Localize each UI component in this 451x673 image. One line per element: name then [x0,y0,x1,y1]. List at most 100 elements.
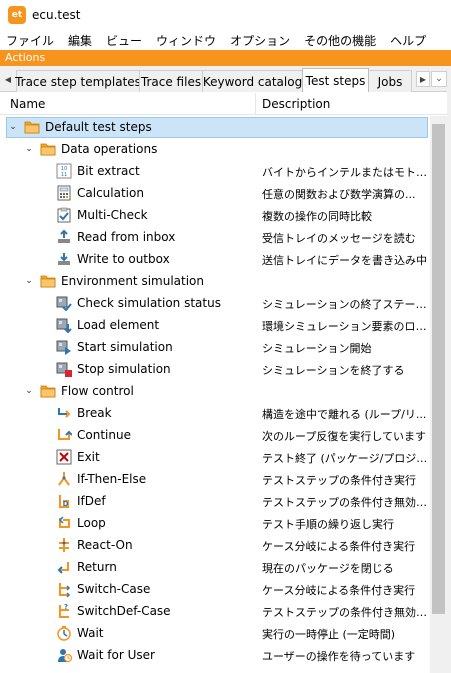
tree-row[interactable]: Stop simulation シミュレーションを終了する [0,358,430,380]
tree-item-description: 構造を途中で離れる (ループ/リ... [262,408,427,421]
stop-simulation-icon [56,361,72,377]
tree-row[interactable]: Wait for User ユーザーの操作を待っています [0,644,430,666]
folder-icon [40,141,56,157]
tree-item-description: 受信トレイのメッセージを読む [262,232,416,245]
expand-toggle-icon[interactable]: ⌄ [24,385,34,397]
bit-extract-icon: 10 11 [56,163,72,179]
menu-options[interactable]: オプション [230,32,290,49]
tree-item-description: バイトからインテルまたはモトローラ... [262,166,430,179]
menu-extras[interactable]: その他の機能 [304,32,376,49]
tree-row[interactable]: ? SwitchDef-Case テストステップの条件付き無効化... [0,600,430,622]
tree-row[interactable]: Load element 環境シミュレーション要素のロード [0,314,430,336]
tree-folder-row[interactable]: ⌄ Flow control [0,380,430,402]
column-separator[interactable] [255,93,256,115]
expand-toggle-icon[interactable]: ⌄ [24,275,34,287]
ifdef-icon: D [56,493,72,509]
tree-item-label: IfDef [77,494,106,508]
tree-item-label: Break [77,406,112,420]
tree-item-description: 実行の一時停止 (一定時間) [262,628,396,641]
tree-item-description: ケース分岐による条件付き実行 [262,540,416,553]
tree-row[interactable]: React-On ケース分岐による条件付き実行 [0,534,430,556]
tree-item-label: Load element [77,318,160,332]
tree-row[interactable]: Start simulation シミュレーション開始 [0,336,430,358]
tree-row[interactable]: Exit テスト終了 (パッケージ/プロジェク... [0,446,430,468]
tree-item-label: Bit extract [77,164,140,178]
tree-item-label: Check simulation status [77,296,221,310]
tab-scroll-left-icon[interactable]: ◀ [3,72,13,86]
tab-trace-files[interactable]: Trace files [139,70,203,92]
menu-file[interactable]: ファイル [6,32,54,49]
tab-test-steps[interactable]: Test steps [302,68,369,92]
tree-item-description: 環境シミュレーション要素のロード [262,320,430,333]
column-name-header[interactable]: Name [10,97,45,111]
tree-item-label: Default test steps [45,120,152,134]
tree-row[interactable]: Write to outbox 送信トレイにデータを書き込み中 [0,248,430,270]
tree-row[interactable]: Calculation 任意の関数および数学演算の... [0,182,430,204]
menu-view[interactable]: ビュー [106,32,142,49]
tree-item-description: テストステップの条件付き実行 [262,474,416,487]
menu-bar: ファイル 編集 ビュー ウィンドウ オプション その他の機能 ヘルプ [0,30,451,50]
tree-folder-row[interactable]: ⌄ Default test steps [0,116,430,138]
loop-icon [56,515,72,531]
return-icon [56,559,72,575]
tree-item-description: シミュレーションを終了する [262,364,405,377]
actions-bar: Actions [0,50,451,66]
scrollbar-thumb[interactable] [432,124,445,614]
tree-row[interactable]: If-Then-Else テストステップの条件付き実行 [0,468,430,490]
multi-check-icon [56,207,72,223]
folder-icon [40,273,56,289]
react-on-icon [56,537,72,553]
tree-folder-row[interactable]: ⌄ Environment simulation [0,270,430,292]
tab-scroll-right-icon[interactable]: ▶ [416,71,430,87]
expand-toggle-icon[interactable]: ⌄ [8,121,18,133]
tree-item-label: SwitchDef-Case [77,604,171,618]
tab-strip: ◀ Trace step templates Trace files Keywo… [0,66,451,92]
tree-row[interactable]: Multi-Check 複数の操作の同時比較 [0,204,430,226]
menu-edit[interactable]: 編集 [68,32,92,49]
calculation-icon [56,185,72,201]
tree-row[interactable]: Read from inbox 受信トレイのメッセージを読む [0,226,430,248]
tab-trace-step-templates[interactable]: Trace step templates [15,70,141,92]
tab-jobs[interactable]: Jobs [368,70,412,92]
tree-item-description: ケース分岐による条件付き実行 [262,584,416,597]
read-inbox-icon [56,229,72,245]
tree-row[interactable]: Loop テスト手順の繰り返し実行 [0,512,430,534]
switchdef-case-icon: ? [56,603,72,619]
tree-row[interactable]: Return 現在のパッケージを閉じる [0,556,430,578]
write-outbox-icon [56,251,72,267]
tree-item-label: Continue [77,428,131,442]
tree-row[interactable]: Switch-Case ケース分岐による条件付き実行 [0,578,430,600]
menu-window[interactable]: ウィンドウ [156,32,216,49]
vertical-scrollbar[interactable] [430,116,447,673]
tree-item-description: シミュレーションの終了ステータス... [262,298,430,311]
tree-row[interactable]: Wait 実行の一時停止 (一定時間) [0,622,430,644]
tree-row[interactable]: Continue 次のループ反復を実行しています [0,424,430,446]
tree-row[interactable]: 1011 Bit extract バイトからインテルまたはモトローラ... [0,160,430,182]
tree-item-label: Calculation [77,186,144,200]
tree-item-label: Environment simulation [61,274,204,288]
tree-folder-row[interactable]: ⌄ Data operations [0,138,430,160]
tree-item-label: If-Then-Else [77,472,147,486]
tree-item-label: Stop simulation [77,362,171,376]
expand-toggle-icon[interactable]: ⌄ [24,143,34,155]
tree-row[interactable]: Check simulation status シミュレーションの終了ステータス.… [0,292,430,314]
tree-item-label: Switch-Case [77,582,151,596]
folder-icon [24,119,40,135]
menu-help[interactable]: ヘルプ [390,32,426,49]
tree-item-description: テストステップの条件付き無効化... [262,606,430,619]
tree-item-label: Wait for User [77,648,155,662]
tree-item-label: Wait [77,626,104,640]
tree-item-description: テストステップの条件付き無効化。 [262,496,430,509]
column-header: Name Description [0,93,451,115]
test-steps-tree: ⌄ Default test steps ⌄ Data operations 10 11 B… [0,116,430,673]
start-simulation-icon [56,339,72,355]
tree-item-label: Start simulation [77,340,173,354]
tree-item-description: シミュレーション開始 [262,342,372,355]
tab-dropdown-icon[interactable]: ⌄ [431,71,447,87]
tree-row[interactable]: D IfDef テストステップの条件付き無効化。 [0,490,430,512]
tree-item-description: 現在のパッケージを閉じる [262,562,394,575]
tree-row[interactable]: Break 構造を途中で離れる (ループ/リ... [0,402,430,424]
column-description-header[interactable]: Description [262,97,330,111]
tab-keyword-catalog[interactable]: Keyword catalog [202,70,303,92]
svg-text:11: 11 [61,172,67,178]
